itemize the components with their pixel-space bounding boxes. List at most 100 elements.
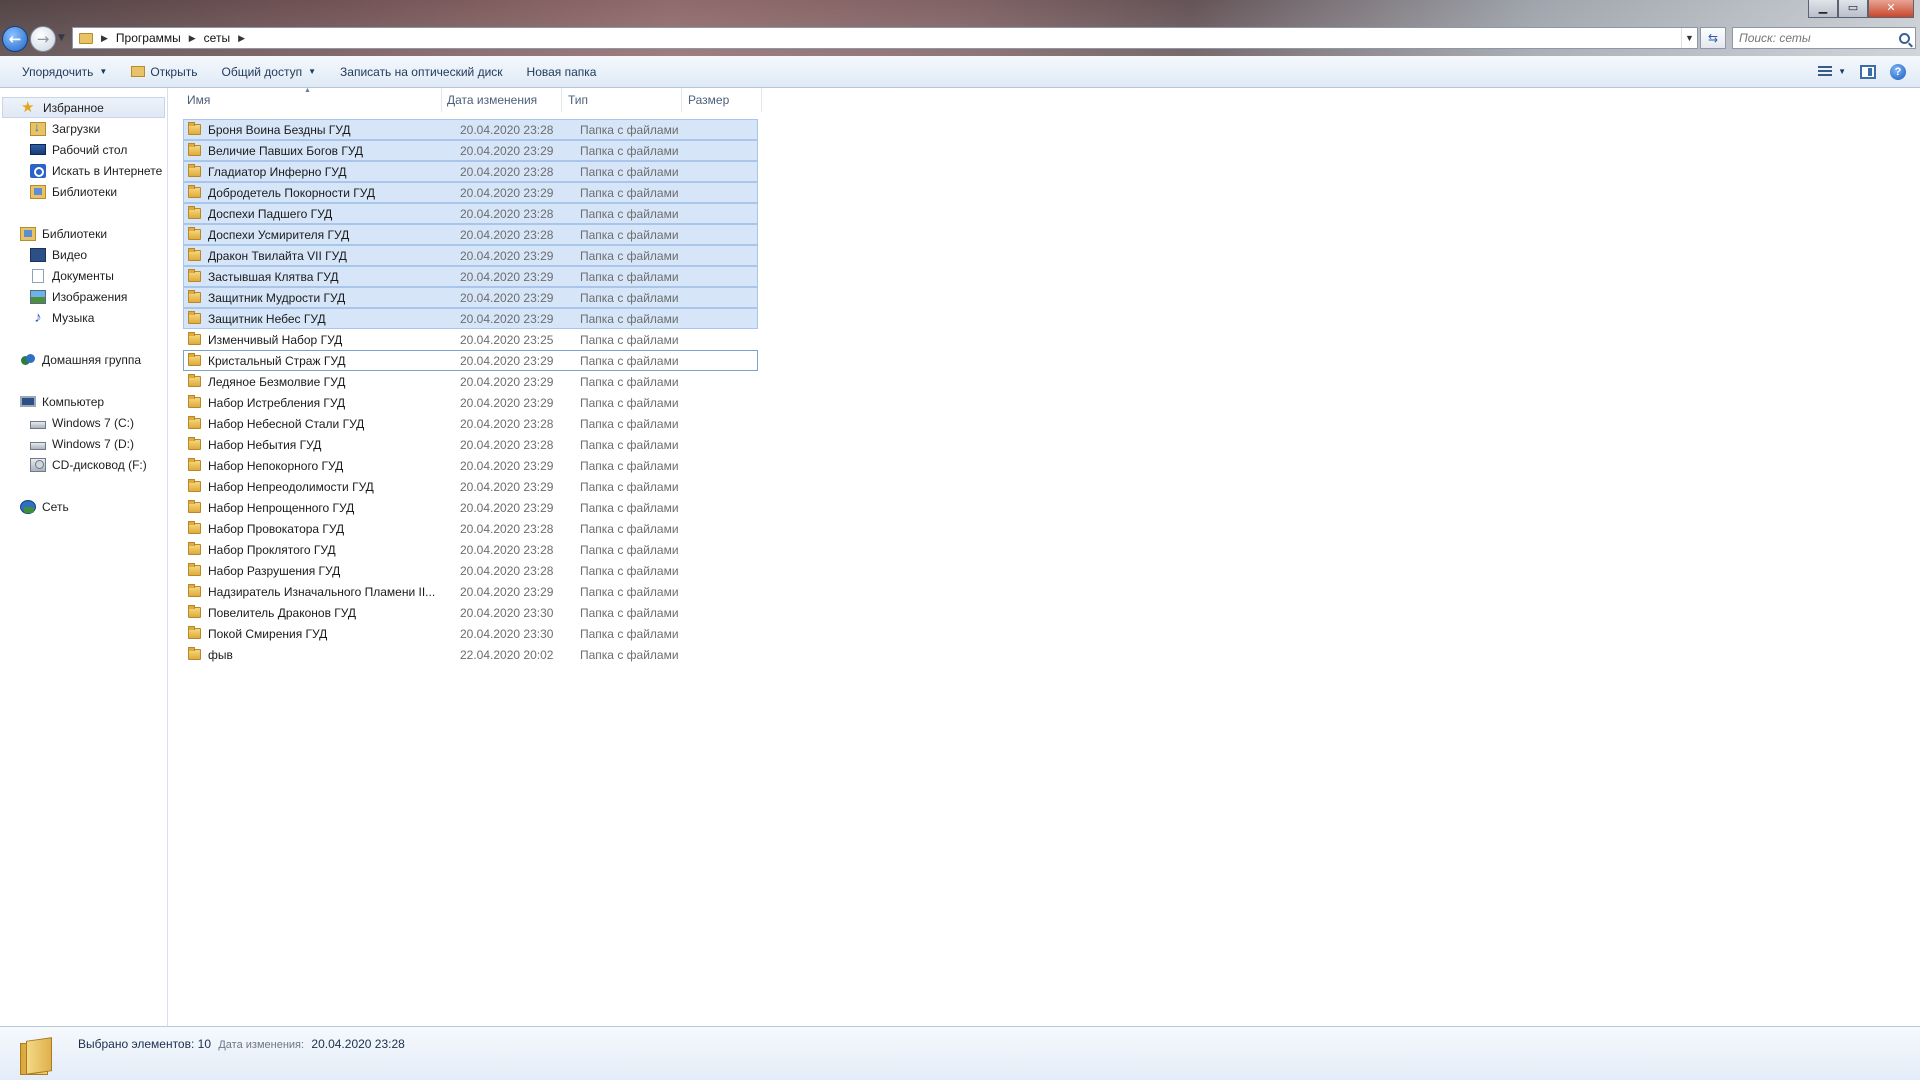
open-button[interactable]: Открыть — [119, 57, 209, 87]
file-row[interactable]: Застывшая Клятва ГУД 20.04.2020 23:29 Папк… — [183, 266, 758, 287]
search-icon[interactable] — [1899, 32, 1910, 44]
network-icon — [20, 499, 36, 514]
file-name: Ледяное Безмолвие ГУД — [208, 374, 346, 389]
nav-documents[interactable]: Документы — [0, 265, 167, 286]
details-pane: Выбрано элементов: 10 Дата изменения: 20… — [0, 1026, 1920, 1080]
file-row[interactable]: Ледяное Безмолвие ГУД 20.04.2020 23:29 Пап… — [183, 371, 758, 392]
file-date: 20.04.2020 23:29 — [460, 248, 554, 263]
file-row[interactable]: Защитник Мудрости ГУД 20.04.2020 23:29 Пап… — [183, 287, 758, 308]
folder-icon — [188, 479, 201, 492]
file-name: Набор Непреодолимости ГУД — [208, 479, 374, 494]
file-type: Папка с файлами — [580, 521, 679, 536]
file-date: 20.04.2020 23:28 — [460, 521, 554, 536]
file-row[interactable]: Набор Непокорного ГУД 20.04.2020 23:29 Пап… — [183, 455, 758, 476]
nav-desktop[interactable]: Рабочий стол — [0, 139, 167, 160]
file-row[interactable]: Набор Небытия ГУД 20.04.2020 23:28 Папка с… — [183, 434, 758, 455]
nav-computer[interactable]: Компьютер — [0, 391, 167, 412]
folder-icon — [188, 206, 201, 219]
file-date: 20.04.2020 23:28 — [460, 563, 554, 578]
file-row[interactable]: Повелитель Драконов ГУД 20.04.2020 23:30 П… — [183, 602, 758, 623]
file-date: 20.04.2020 23:28 — [460, 437, 554, 452]
file-row[interactable]: Величие Павших Богов ГУД 20.04.2020 23:29… — [183, 140, 758, 161]
nav-video[interactable]: Видео — [0, 244, 167, 265]
breadcrumb-chevron-icon[interactable]: ▶ — [238, 33, 245, 44]
file-date: 20.04.2020 23:28 — [460, 542, 554, 557]
nav-network[interactable]: Сеть — [0, 496, 167, 517]
hard-drive-icon — [30, 441, 46, 450]
file-type: Папка с файлами — [580, 122, 679, 137]
address-dropdown-icon[interactable]: ▼ — [1681, 28, 1697, 48]
file-row[interactable]: Изменчивый Набор ГУД 20.04.2020 23:25 Папк… — [183, 329, 758, 350]
nav-libraries[interactable]: Библиотеки — [0, 223, 167, 244]
arrow-right-icon: → — [36, 30, 50, 48]
folder-icon — [188, 563, 201, 576]
close-button[interactable]: ✕ — [1868, 0, 1914, 18]
file-row[interactable]: Набор Небесной Стали ГУД 20.04.2020 23:28… — [183, 413, 758, 434]
organize-button[interactable]: Упорядочить ▼ — [10, 57, 119, 87]
column-header-date[interactable]: Дата изменения — [442, 88, 562, 112]
file-row[interactable]: фыв 22.04.2020 20:02 Папка с файлами — [183, 644, 758, 665]
nav-drive-d[interactable]: Windows 7 (D:) — [0, 433, 167, 454]
view-options-icon[interactable] — [1818, 66, 1833, 77]
file-date: 20.04.2020 23:28 — [460, 122, 554, 137]
forward-button[interactable]: → — [30, 26, 56, 52]
file-type: Папка с файлами — [580, 647, 679, 662]
view-chevron-down-icon[interactable]: ▼ — [1838, 67, 1846, 76]
file-row[interactable]: Набор Непреодолимости ГУД 20.04.2020 23:2… — [183, 476, 758, 497]
nav-drive-f[interactable]: CD-дисковод (F:) — [0, 454, 167, 475]
file-row[interactable]: Набор Проклятого ГУД 20.04.2020 23:28 Папк… — [183, 539, 758, 560]
file-row[interactable]: Набор Провокатора ГУД 20.04.2020 23:28 Пап… — [183, 518, 758, 539]
file-row[interactable]: Кристальный Страж ГУД 20.04.2020 23:29 Пап… — [183, 350, 758, 371]
nav-images[interactable]: Изображения — [0, 286, 167, 307]
file-row[interactable]: Набор Истребления ГУД 20.04.2020 23:29 Пап… — [183, 392, 758, 413]
recent-pages-dropdown[interactable]: ▼ — [58, 33, 65, 43]
file-row[interactable]: Дракон Твилайта VII ГУД 20.04.2020 23:29 П… — [183, 245, 758, 266]
maximize-button[interactable]: ▭ — [1838, 0, 1868, 18]
search-box[interactable] — [1732, 27, 1916, 49]
preview-pane-icon[interactable] — [1860, 64, 1876, 79]
nav-favorites[interactable]: ★ Избранное — [2, 97, 165, 118]
nav-homegroup[interactable]: Домашняя группа — [0, 349, 167, 370]
breadcrumb-item[interactable]: сеты — [204, 31, 230, 45]
burn-button[interactable]: Записать на оптический диск — [328, 57, 515, 87]
file-row[interactable]: Броня Воина Бездны ГУД 20.04.2020 23:28 Па… — [183, 119, 758, 140]
file-date: 20.04.2020 23:25 — [460, 332, 554, 347]
file-type: Папка с файлами — [580, 416, 679, 431]
file-row[interactable]: Гладиатор Инферно ГУД 20.04.2020 23:28 Пап… — [183, 161, 758, 182]
search-input[interactable] — [1739, 31, 1889, 45]
breadcrumb-chevron-icon[interactable]: ▶ — [101, 33, 108, 44]
file-row[interactable]: Набор Непрощенного ГУД 20.04.2020 23:29 Па… — [183, 497, 758, 518]
file-row[interactable]: Доспехи Падшего ГУД 20.04.2020 23:28 Папка… — [183, 203, 758, 224]
file-row[interactable]: Набор Разрушения ГУД 20.04.2020 23:28 Папк… — [183, 560, 758, 581]
folder-icon — [188, 458, 201, 471]
minimize-button[interactable]: ▁ — [1808, 0, 1838, 18]
nav-music[interactable]: ♪ Музыка — [0, 307, 167, 328]
file-date: 20.04.2020 23:28 — [460, 206, 554, 221]
new-folder-button[interactable]: Новая папка — [515, 57, 609, 87]
column-header-name[interactable]: ▲ Имя — [184, 87, 442, 112]
arrow-left-icon: ← — [8, 30, 22, 48]
column-label: Имя — [187, 93, 211, 107]
nav-libraries-link[interactable]: Библиотеки — [0, 181, 167, 202]
file-row[interactable]: Защитник Небес ГУД 20.04.2020 23:29 Папка … — [183, 308, 758, 329]
file-type: Папка с файлами — [580, 206, 679, 221]
nav-downloads[interactable]: Загрузки — [0, 118, 167, 139]
refresh-button[interactable]: ⇆ — [1700, 27, 1726, 49]
column-header-size[interactable]: Размер — [682, 88, 762, 112]
column-header-type[interactable]: Тип — [562, 88, 682, 112]
file-row[interactable]: Добродетель Покорности ГУД 20.04.2020 23:… — [183, 182, 758, 203]
help-icon[interactable]: ? — [1890, 63, 1906, 80]
address-bar[interactable]: ▶ Программы ▶ сеты ▶ ▼ — [72, 27, 1698, 49]
hard-drive-icon — [30, 420, 46, 429]
file-row[interactable]: Доспехи Усмирителя ГУД 20.04.2020 23:28 Па… — [183, 224, 758, 245]
file-name: Набор Непокорного ГУД — [208, 458, 344, 473]
breadcrumb-item[interactable]: Программы — [116, 31, 181, 45]
file-row[interactable]: Надзиратель Изначального Пламени II... 20… — [183, 581, 758, 602]
back-button[interactable]: ← — [2, 26, 28, 52]
share-button[interactable]: Общий доступ ▼ — [209, 57, 328, 87]
file-row[interactable]: Покой Смирения ГУД 20.04.2020 23:30 Папка … — [183, 623, 758, 644]
file-name: Кристальный Страж ГУД — [208, 353, 346, 368]
nav-web-search[interactable]: Искать в Интернете — [0, 160, 167, 181]
breadcrumb-chevron-icon[interactable]: ▶ — [189, 33, 196, 44]
nav-drive-c[interactable]: Windows 7 (C:) — [0, 412, 167, 433]
